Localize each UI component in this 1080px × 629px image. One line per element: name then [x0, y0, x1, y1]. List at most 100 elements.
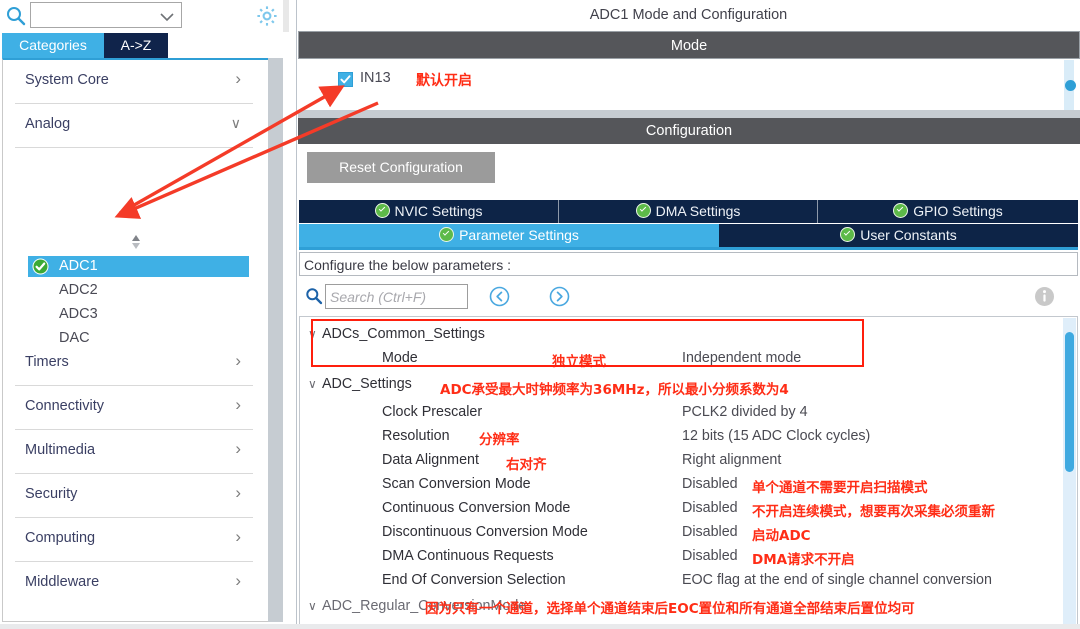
param-name: Discontinuous Conversion Mode — [382, 524, 588, 540]
param-value[interactable]: Disabled — [682, 500, 738, 516]
check-circle-icon — [893, 203, 908, 218]
param-row-resolution[interactable]: Resolution 12 bits (15 ADC Clock cycles) — [300, 425, 1045, 449]
param-name: Clock Prescaler — [382, 404, 482, 420]
annotation-continuous-conversion: 不开启连续模式，想要再次采集必须重新 — [752, 500, 995, 520]
sort-toggle-icon[interactable] — [121, 232, 151, 252]
tab-label: GPIO Settings — [913, 203, 1002, 219]
param-value[interactable]: Disabled — [682, 524, 738, 540]
param-name: Data Alignment — [382, 452, 479, 468]
param-row-data-alignment[interactable]: Data Alignment Right alignment — [300, 449, 1045, 473]
tab-gpio-settings[interactable]: GPIO Settings — [818, 200, 1078, 223]
sidebar-group-middleware[interactable]: Middleware › — [3, 562, 265, 606]
search-icon — [305, 287, 323, 305]
annotation-discontinuous-conversion: 启动ADC — [752, 524, 811, 544]
ip-search-row — [0, 0, 289, 32]
param-value[interactable]: PCLK2 divided by 4 — [682, 404, 808, 420]
tab-label: DMA Settings — [656, 203, 741, 219]
chevron-left-circle-icon[interactable] — [489, 286, 510, 307]
tab-label: NVIC Settings — [395, 203, 483, 219]
check-circle-icon — [439, 227, 454, 242]
tab-a-to-z[interactable]: A->Z — [104, 33, 168, 58]
configuration-section-header: Configuration — [298, 118, 1080, 144]
tab-label: Parameter Settings — [459, 227, 579, 243]
sidebar-item-adc2[interactable]: ADC2 — [28, 280, 249, 301]
ip-tree-box: System Core › Analog ∨ — [2, 58, 283, 622]
sidebar-item-label: ADC1 — [59, 258, 98, 274]
param-row-discontinuous-conversion-mode[interactable]: Discontinuous Conversion Mode Disabled — [300, 521, 1045, 545]
search-input[interactable]: Search (Ctrl+F) — [325, 284, 468, 309]
param-row-scan-conversion-mode[interactable]: Scan Conversion Mode Disabled — [300, 473, 1045, 497]
tab-parameter-settings[interactable]: Parameter Settings — [299, 224, 719, 247]
tab-user-constants[interactable]: User Constants — [719, 224, 1078, 247]
checkbox-in13-label: IN13 — [360, 70, 391, 86]
param-name: End Of Conversion Selection — [382, 572, 566, 588]
gear-icon[interactable] — [255, 4, 279, 28]
divider — [15, 147, 253, 148]
param-value[interactable]: Right alignment — [682, 452, 781, 468]
param-group-adcs-common-settings[interactable]: ∨ ADCs_Common_Settings — [300, 323, 1045, 347]
sidebar-group-computing[interactable]: Computing › — [3, 518, 265, 562]
param-row-end-of-conversion-selection[interactable]: End Of Conversion Selection EOC flag at … — [300, 569, 1060, 593]
settings-tab-row-secondary: Parameter Settings User Constants — [299, 224, 1078, 247]
param-row-mode[interactable]: Mode Independent mode — [300, 347, 1045, 371]
sidebar-item-adc1[interactable]: ADC1 — [28, 256, 249, 277]
chevron-right-icon: › — [235, 395, 241, 415]
parameter-search-row: Search (Ctrl+F) — [299, 280, 1078, 314]
parameter-tree-scrollbar[interactable] — [1063, 318, 1076, 624]
tab-dma-settings[interactable]: DMA Settings — [559, 200, 818, 223]
chevron-down-icon — [160, 10, 174, 25]
param-name: Mode — [382, 350, 418, 366]
chevron-right-icon: › — [235, 527, 241, 547]
chevron-right-circle-icon[interactable] — [549, 286, 570, 307]
settings-tab-row-primary: NVIC Settings DMA Settings GPIO Settings — [299, 200, 1078, 223]
param-value[interactable]: Independent mode — [682, 350, 801, 366]
chevron-down-icon: ∨ — [231, 115, 241, 132]
param-name: Scan Conversion Mode — [382, 476, 531, 492]
chevron-right-icon: › — [235, 571, 241, 591]
checkbox-in13[interactable] — [338, 72, 353, 87]
param-name: ADC_Settings — [322, 376, 412, 392]
chevron-down-icon[interactable]: ∨ — [308, 377, 317, 391]
check-circle-icon — [375, 203, 390, 218]
sidebar-item-label: ADC3 — [59, 306, 98, 322]
sidebar-item-adc3[interactable]: ADC3 — [28, 304, 249, 325]
sidebar-group-connectivity[interactable]: Connectivity › — [3, 386, 265, 430]
sidebar-group-label: Security — [25, 486, 77, 502]
tab-nvic-settings[interactable]: NVIC Settings — [299, 200, 559, 223]
chevron-down-icon[interactable]: ∨ — [308, 599, 317, 613]
reset-configuration-button[interactable]: Reset Configuration — [307, 152, 495, 183]
configure-parameters-label: Configure the below parameters : — [299, 252, 1078, 276]
param-name: DMA Continuous Requests — [382, 548, 554, 564]
info-icon[interactable] — [1034, 286, 1055, 307]
window-bottom-edge — [0, 624, 1080, 629]
param-row-dma-continuous-requests[interactable]: DMA Continuous Requests Disabled — [300, 545, 1045, 569]
parameter-tree: ∨ ADCs_Common_Settings Mode Independent … — [299, 316, 1078, 626]
sidebar-group-security[interactable]: Security › — [3, 474, 265, 518]
check-circle-icon — [840, 227, 855, 242]
param-value[interactable]: Disabled — [682, 548, 738, 564]
pin-indicator-dot[interactable] — [1065, 80, 1076, 91]
scrollbar-thumb[interactable] — [1065, 332, 1074, 472]
sidebar-group-analog[interactable]: Analog ∨ — [3, 104, 265, 148]
sidebar-group-multimedia[interactable]: Multimedia › — [3, 430, 265, 474]
chevron-down-icon[interactable]: ∨ — [308, 327, 317, 341]
param-row-clock-prescaler[interactable]: Clock Prescaler PCLK2 divided by 4 — [300, 401, 1045, 425]
ip-search-combo[interactable] — [30, 2, 182, 28]
sidebar-group-system-core[interactable]: System Core › — [3, 60, 265, 104]
chevron-right-icon: › — [235, 483, 241, 503]
annotation-mode: 独立模式 — [552, 350, 606, 370]
panel-edge-strip — [283, 0, 289, 32]
param-value[interactable]: 12 bits (15 ADC Clock cycles) — [682, 428, 870, 444]
annotation-data-alignment: 右对齐 — [506, 453, 547, 473]
tab-categories[interactable]: Categories — [2, 33, 104, 58]
param-name: ADCs_Common_Settings — [322, 326, 485, 342]
sidebar-group-label: System Core — [25, 72, 109, 88]
search-icon — [5, 5, 27, 27]
param-value[interactable]: EOC flag at the end of single channel co… — [682, 572, 992, 588]
sidebar-group-timers[interactable]: Timers › — [3, 342, 265, 386]
tab-label: User Constants — [860, 227, 956, 243]
sidebar-group-label: Middleware — [25, 574, 99, 590]
param-value[interactable]: Disabled — [682, 476, 738, 492]
mode-configuration-panel: ADC1 Mode and Configuration Mode IN13 默认… — [296, 0, 1080, 629]
mode-section-body: IN13 默认开启 — [298, 60, 1080, 110]
